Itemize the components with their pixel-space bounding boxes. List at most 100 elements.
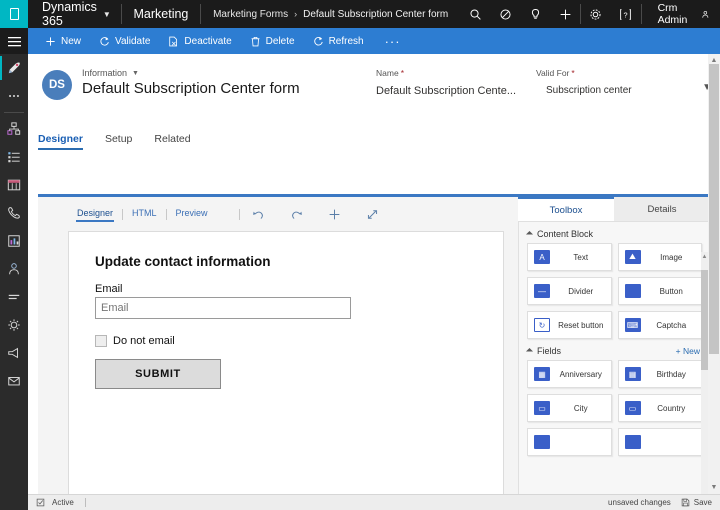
scroll-up-arrow-icon[interactable]: ▲ [701,254,708,260]
app-launcher-button[interactable] [0,0,28,28]
toolbox-item-button[interactable]: Button [618,277,703,305]
undo-button[interactable] [240,197,278,231]
tab-designer[interactable]: Designer [38,133,83,150]
sidebar-item-contacts[interactable] [0,255,28,283]
tab-related[interactable]: Related [154,133,190,150]
sidebar-item-campaign[interactable] [0,339,28,367]
toolbox-item-divider[interactable]: — Divider [527,277,612,305]
save-button-label: Save [694,498,712,507]
quick-create-button[interactable] [550,0,580,28]
top-navigation-bar: Dynamics 365 ▼ Marketing Marketing Forms… [0,0,720,28]
delete-button-label: Delete [266,36,295,47]
avatar: DS [42,70,72,100]
refresh-icon [313,36,324,47]
toolbox-item-partial-1[interactable] [527,428,612,456]
new-field-link[interactable]: + New [676,346,700,356]
designer-mode-preview[interactable]: Preview [167,208,217,221]
help-button[interactable]: ? [611,0,641,28]
deactivate-icon [168,36,179,47]
validfor-field-value[interactable]: Subscription center [546,85,708,96]
sidebar-item-segments[interactable] [0,283,28,311]
toolbox-item-birthday[interactable]: ▦ Birthday [618,360,703,388]
deactivate-button-label: Deactivate [184,36,231,47]
toolbox-item-text[interactable]: A Text [527,243,612,271]
new-button[interactable]: New [36,28,90,54]
delete-button[interactable]: Delete [241,28,304,54]
megaphone-icon [7,346,21,360]
calendar-icon [7,178,21,192]
toolbox-item-city[interactable]: ▭ City [527,394,612,422]
sidebar-item-pinned[interactable] [0,115,28,143]
lightbulb-icon [529,8,542,21]
toolbox-scrollbar[interactable]: ▲ [701,252,708,494]
text-icon: A [534,250,550,264]
form-content: Update contact information Email Do not … [69,232,503,411]
tab-setup[interactable]: Setup [105,133,132,150]
settings-button[interactable] [581,0,611,28]
save-button[interactable]: Save [681,498,712,507]
submit-button[interactable]: SUBMIT [95,359,221,389]
header-fields: Name* Default Subscription Cente... Vali… [376,68,714,97]
toolbox-item-captcha[interactable]: ⌨ Captcha [618,311,703,339]
sidebar-item-phone[interactable] [0,199,28,227]
add-button[interactable] [316,197,354,231]
toolbox-scrollbar-thumb[interactable] [701,270,708,370]
designer-mode-html[interactable]: HTML [123,208,166,221]
form-canvas[interactable]: Update contact information Email Do not … [68,231,504,494]
sitemap-icon [7,122,21,136]
button-icon [625,284,641,298]
email-field-label: Email [95,283,477,295]
validfor-field-group: Valid For* Subscription center ▼ [536,68,714,97]
sidebar-item-chart[interactable] [0,227,28,255]
sidebar-item-email[interactable] [0,367,28,395]
section-header-fields[interactable]: Fields + New [519,339,710,360]
toolbox-item-label: Reset button [557,321,611,330]
user-menu[interactable]: Crm Admin [642,0,720,28]
form-heading: Update contact information [95,254,477,269]
hamburger-button[interactable] [0,28,28,54]
brand-selector[interactable]: Dynamics 365 ▼ [28,0,121,28]
do-not-email-checkbox[interactable] [95,335,107,347]
form-selector[interactable]: Information ▼ [82,68,300,78]
expand-button[interactable] [354,197,392,231]
sidebar-item-settings[interactable] [0,311,28,339]
designer-mode-designer[interactable]: Designer [68,208,122,221]
toolbox-item-label: City [557,404,611,413]
filter-button[interactable] [490,0,520,28]
toolbox-item-country[interactable]: ▭ Country [618,394,703,422]
tab-details[interactable]: Details [614,197,710,221]
page-scrollbar[interactable]: ▲ ▼ [708,54,720,494]
tab-toolbox[interactable]: Toolbox [518,197,614,221]
breadcrumb-parent[interactable]: Marketing Forms [213,9,288,20]
name-field-label: Name* [376,68,530,78]
search-button[interactable] [460,0,490,28]
do-not-email-row[interactable]: Do not email [95,335,477,347]
email-input[interactable] [95,297,351,319]
toolbox-item-label: Image [648,253,702,262]
redo-button[interactable] [278,197,316,231]
page-scroll-down-icon[interactable]: ▼ [708,483,720,492]
brand-label: Dynamics 365 [42,0,97,28]
validate-button[interactable]: Validate [90,28,159,54]
refresh-button[interactable]: Refresh [304,28,373,54]
sidebar-item-calendar[interactable] [0,171,28,199]
sidebar-item-home[interactable] [0,54,28,82]
name-field-value[interactable]: Default Subscription Cente... [376,85,530,97]
toolbox-item-anniversary[interactable]: ▦ Anniversary [527,360,612,388]
svg-text:?: ? [624,10,628,19]
command-overflow-button[interactable]: ··· [373,34,413,49]
section-header-content-block[interactable]: Content Block [519,222,710,243]
sidebar-item-recent[interactable] [0,82,28,110]
divider [85,498,86,507]
deactivate-button[interactable]: Deactivate [159,28,240,54]
toolbox-item-reset-button[interactable]: ↻ Reset button [527,311,612,339]
toolbox-item-image[interactable]: ⛰ Image [618,243,703,271]
refresh-button-label: Refresh [329,36,364,47]
gear-icon [7,318,21,332]
insights-button[interactable] [520,0,550,28]
toolbox-item-partial-2[interactable] [618,428,703,456]
sidebar-item-lists[interactable] [0,143,28,171]
chevron-down-icon: ▼ [103,10,111,19]
gear-icon [589,8,602,21]
page-scrollbar-thumb[interactable] [709,64,719,354]
